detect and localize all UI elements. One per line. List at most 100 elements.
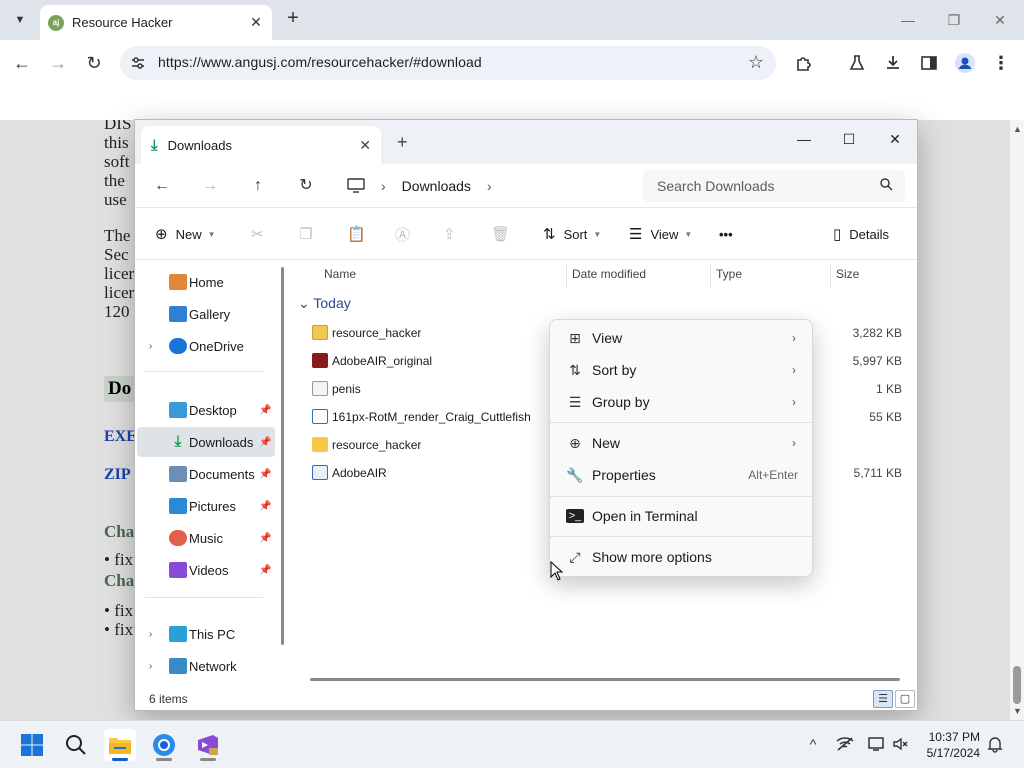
sidebar-item-onedrive[interactable]: › OneDrive — [137, 331, 275, 361]
sidebar-item-videos[interactable]: Videos 📌 — [137, 555, 275, 585]
sidebar-item-home[interactable]: Home — [137, 267, 275, 297]
sidebar-item-music[interactable]: Music 📌 — [137, 523, 275, 553]
details-pane-button[interactable]: ▯ Details — [833, 222, 889, 246]
sidebar-item-gallery[interactable]: Gallery — [137, 299, 275, 329]
notification-bell-icon[interactable] — [986, 735, 1004, 753]
column-divider[interactable] — [566, 265, 567, 287]
tiles-view-icon[interactable]: ▢ — [895, 690, 915, 708]
menu-item-new[interactable]: ⊕ New › — [554, 427, 810, 459]
rename-button[interactable]: Ⓐ — [395, 222, 418, 246]
minimize-button[interactable]: — — [898, 10, 918, 30]
details-view-icon[interactable]: ☰ — [873, 690, 893, 708]
menu-item-view[interactable]: ⊞ View › — [554, 322, 810, 354]
chevron-right-icon[interactable]: › — [149, 661, 152, 672]
tab-close-icon[interactable]: ✕ — [248, 14, 264, 31]
back-icon[interactable]: ← — [10, 51, 34, 75]
back-icon[interactable]: ← — [149, 174, 175, 198]
view-button[interactable]: ☰ View ▼ — [629, 222, 692, 246]
menu-item-sort-by[interactable]: ⇅ Sort by › — [554, 354, 810, 386]
taskbar-visual-studio[interactable] — [192, 729, 224, 761]
column-header-type[interactable]: Type — [716, 267, 742, 281]
sidebar-item-documents[interactable]: Documents 📌 — [137, 459, 275, 489]
start-button[interactable] — [16, 729, 48, 761]
sidebar-item-this-pc[interactable]: › This PC — [137, 619, 275, 649]
network-disconnected-icon[interactable] — [836, 735, 854, 753]
chevron-right-icon[interactable]: › — [149, 341, 152, 352]
sidebar-item-desktop[interactable]: Desktop 📌 — [137, 395, 275, 425]
menu-item-group-by[interactable]: ☰ Group by › — [554, 386, 810, 418]
breadcrumb-downloads[interactable]: Downloads — [402, 178, 471, 194]
sidebar-item-pictures[interactable]: Pictures 📌 — [137, 491, 275, 521]
explorer-close-button[interactable]: ✕ — [880, 126, 910, 152]
show-hidden-icons-chevron-icon[interactable]: ^ — [804, 735, 822, 753]
column-divider[interactable] — [830, 265, 831, 287]
sort-button[interactable]: ⇅ Sort ▼ — [543, 222, 601, 246]
new-tab-button[interactable]: + — [282, 8, 304, 30]
reload-icon[interactable]: ↻ — [82, 51, 106, 75]
chevron-right-icon[interactable]: › — [149, 629, 152, 640]
horizontal-scrollbar[interactable] — [310, 678, 900, 681]
restore-button[interactable]: ❐ — [944, 10, 964, 30]
system-clock[interactable]: 10:37 PM 5/17/2024 — [927, 729, 980, 761]
close-window-button[interactable]: ✕ — [990, 10, 1010, 30]
menu-item-show-more-options[interactable]: ⤢ Show more options — [554, 541, 810, 573]
taskbar-file-explorer[interactable] — [104, 729, 136, 761]
url-text: https://www.angusj.com/resourcehacker/#d… — [158, 54, 482, 70]
scroll-down-icon[interactable]: ▼ — [1013, 706, 1022, 716]
chevron-right-icon: › — [792, 395, 796, 409]
share-button[interactable]: ⇪ — [443, 222, 464, 246]
close-icon[interactable]: ✕ — [359, 137, 371, 154]
new-button[interactable]: ⊕ New ▼ — [155, 222, 216, 246]
sidepanel-icon[interactable] — [917, 51, 941, 75]
group-header-today[interactable]: ⌄ Today — [298, 295, 351, 312]
explorer-maximize-button[interactable]: ☐ — [834, 126, 864, 152]
column-header-name[interactable]: Name — [324, 267, 356, 281]
column-header-date[interactable]: Date modified — [572, 267, 646, 281]
sidebar-item-downloads[interactable]: ⤓ Downloads 📌 — [137, 427, 275, 457]
column-header-size[interactable]: Size — [836, 267, 859, 281]
taskbar-search-button[interactable] — [60, 729, 92, 761]
site-info-icon[interactable] — [130, 55, 146, 71]
tab-search-button[interactable]: ▼ — [8, 8, 32, 32]
download-icon[interactable] — [881, 51, 905, 75]
menu-item-open-terminal[interactable]: >_ Open in Terminal — [554, 500, 810, 532]
sidebar-item-network[interactable]: › Network — [137, 651, 275, 681]
grid-view-icon: ⊞ — [569, 329, 581, 346]
refresh-icon[interactable]: ↻ — [293, 174, 319, 198]
star-icon[interactable]: ☆ — [748, 52, 764, 73]
explorer-breadcrumb[interactable]: › Downloads › — [381, 172, 681, 200]
up-icon[interactable]: ↑ — [245, 174, 271, 198]
explorer-new-tab-button[interactable]: + — [397, 132, 408, 153]
paste-button[interactable]: 📋 — [347, 222, 374, 246]
menu-item-properties[interactable]: 🔧 Properties Alt+Enter — [554, 459, 810, 491]
cut-button[interactable]: ✂ — [251, 222, 272, 246]
menu-icon[interactable]: ⋮ — [989, 51, 1013, 75]
rename-icon: Ⓐ — [395, 226, 411, 244]
profile-icon[interactable] — [953, 51, 977, 75]
extensions-icon[interactable] — [792, 51, 816, 75]
address-bar[interactable]: https://www.angusj.com/resourcehacker/#d… — [120, 46, 776, 80]
labs-icon[interactable] — [845, 51, 869, 75]
explorer-search-box[interactable]: Search Downloads — [643, 170, 905, 202]
explorer-titlebar: ⤓ Downloads ✕ + — ☐ ✕ — [135, 120, 917, 164]
explorer-minimize-button[interactable]: — — [789, 126, 819, 152]
page-scrollbar[interactable]: ▲ ▼ — [1010, 120, 1024, 720]
menu-item-label: Properties — [592, 467, 656, 483]
download-arrow-icon: ⤓ — [151, 136, 158, 154]
copy-button[interactable]: ❐ — [299, 222, 320, 246]
browser-tab[interactable]: aj Resource Hacker ✕ — [40, 5, 272, 40]
monitor-icon[interactable] — [347, 178, 365, 194]
forward-icon[interactable]: → — [197, 174, 223, 198]
taskbar-chrome[interactable] — [148, 729, 180, 761]
scroll-up-icon[interactable]: ▲ — [1013, 124, 1022, 134]
more-options-button[interactable]: ••• — [719, 222, 733, 246]
scroll-thumb[interactable] — [1013, 666, 1021, 704]
explorer-tab[interactable]: ⤓ Downloads ✕ — [141, 126, 381, 164]
delete-button[interactable]: 🗑 — [491, 222, 518, 246]
display-icon[interactable] — [868, 735, 886, 753]
sidebar-scrollbar[interactable] — [281, 267, 284, 645]
column-divider[interactable] — [710, 265, 711, 287]
volume-muted-icon[interactable] — [892, 735, 910, 753]
forward-icon[interactable]: → — [46, 51, 70, 75]
visual-studio-icon — [198, 735, 218, 755]
